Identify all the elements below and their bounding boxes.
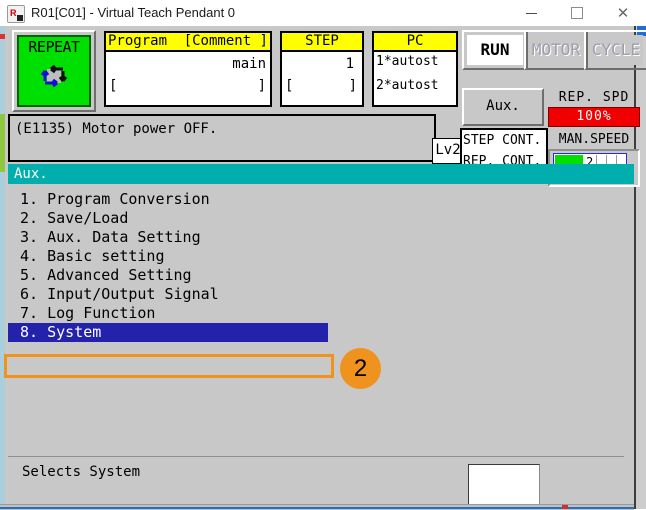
cycle-arrows-icon: [40, 64, 68, 88]
aux-section-title: Aux.: [14, 166, 48, 182]
menu-item-aux-data-setting[interactable]: 3. Aux. Data Setting: [8, 228, 634, 247]
left-edge-green-marker: [0, 114, 5, 172]
step-value: 1: [345, 56, 354, 72]
repeat-mode-button[interactable]: REPEAT: [12, 30, 96, 112]
repeat-speed-widget: REP. SPD 100%: [548, 90, 640, 127]
aux-button[interactable]: Aux.: [462, 88, 544, 126]
menu-item-program-conversion[interactable]: 1. Program Conversion: [8, 190, 634, 209]
aux-button-label: Aux.: [486, 98, 520, 114]
virtual-teach-pendant-window: R R01[C01] - Virtual Teach Pendant 0 ✕ R…: [0, 0, 646, 510]
left-edge-strip: [0, 26, 5, 509]
pc-panel[interactable]: PC 1*autost 2*autost: [372, 31, 458, 107]
menu-item-input-output-signal[interactable]: 6. Input/Output Signal: [8, 285, 634, 304]
repeat-speed-bar: 100%: [548, 107, 640, 127]
run-indicator-label: RUN: [480, 40, 510, 59]
repeat-speed-value: 100%: [576, 109, 612, 124]
motor-indicator-label: MOTOR: [531, 40, 581, 59]
comment-bracket-open: [: [109, 78, 118, 94]
menu-item-advanced-setting[interactable]: 5. Advanced Setting: [8, 266, 634, 285]
cycle-indicator[interactable]: CYCLE: [584, 30, 646, 70]
status-bar-text: Selects System: [22, 464, 141, 480]
close-button[interactable]: ✕: [600, 0, 646, 26]
menu-item-system[interactable]: 8. System: [8, 323, 328, 342]
run-indicator[interactable]: RUN: [462, 30, 528, 70]
program-comment-row: [ ]: [109, 77, 266, 95]
step-panel-header: STEP: [282, 33, 362, 52]
step-panel[interactable]: STEP 1 [ ]: [280, 31, 364, 107]
bottom-divider: [8, 456, 624, 457]
pc-row-2: 2*autost: [376, 78, 439, 93]
error-message-box: (E1135) Motor power OFF.: [8, 114, 436, 162]
step-bracket-open: [: [285, 78, 294, 94]
error-message-text: (E1135) Motor power OFF.: [15, 121, 218, 137]
motor-indicator[interactable]: MOTOR: [524, 30, 588, 70]
minimize-button[interactable]: [508, 0, 554, 26]
comment-bracket-close: ]: [257, 78, 266, 94]
menu-item-save-load[interactable]: 2. Save/Load: [8, 209, 634, 228]
app-icon: R: [7, 5, 25, 23]
step-bracket-row: [ ]: [285, 77, 357, 95]
pc-header-label: PC: [406, 33, 424, 49]
left-edge-red-marker: [0, 34, 5, 39]
step-header-label: STEP: [305, 33, 339, 49]
aux-menu-list: 1. Program Conversion 2. Save/Load 3. Au…: [8, 190, 634, 342]
pc-panel-header: PC: [374, 33, 456, 52]
bottom-red-marker: [562, 505, 568, 509]
cycle-indicator-label: CYCLE: [591, 40, 641, 59]
pc-row-1: 1*autost: [376, 54, 439, 69]
maximize-button[interactable]: [554, 0, 600, 26]
window-title-bar: R R01[C01] - Virtual Teach Pendant 0 ✕: [0, 0, 646, 27]
annotation-highlight-box: [4, 354, 334, 378]
aux-section-header: Aux.: [8, 164, 634, 184]
program-header-label: Program: [108, 33, 168, 49]
window-title: R01[C01] - Virtual Teach Pendant 0: [31, 5, 236, 20]
manual-speed-caption: MAN.SPEED: [558, 132, 630, 147]
step-cont-label: STEP CONT.: [463, 133, 542, 148]
comment-header-label: [Comment ]: [183, 33, 268, 49]
program-name-value: main: [232, 56, 266, 72]
program-panel-header: Program [Comment ]: [106, 33, 270, 52]
pendant-screen: REPEAT Program [Comment ] main [] STEP …: [0, 26, 646, 510]
step-bracket-close: ]: [348, 78, 357, 94]
program-panel[interactable]: Program [Comment ] main [ ]: [104, 31, 272, 107]
status-input-box[interactable]: [468, 464, 540, 508]
menu-item-log-function[interactable]: 7. Log Function: [8, 304, 634, 323]
repeat-speed-caption: REP. SPD: [558, 90, 630, 105]
menu-item-basic-setting[interactable]: 4. Basic setting: [8, 247, 634, 266]
annotation-step-badge: 2: [340, 348, 381, 389]
repeat-mode-label: REPEAT: [28, 38, 80, 56]
